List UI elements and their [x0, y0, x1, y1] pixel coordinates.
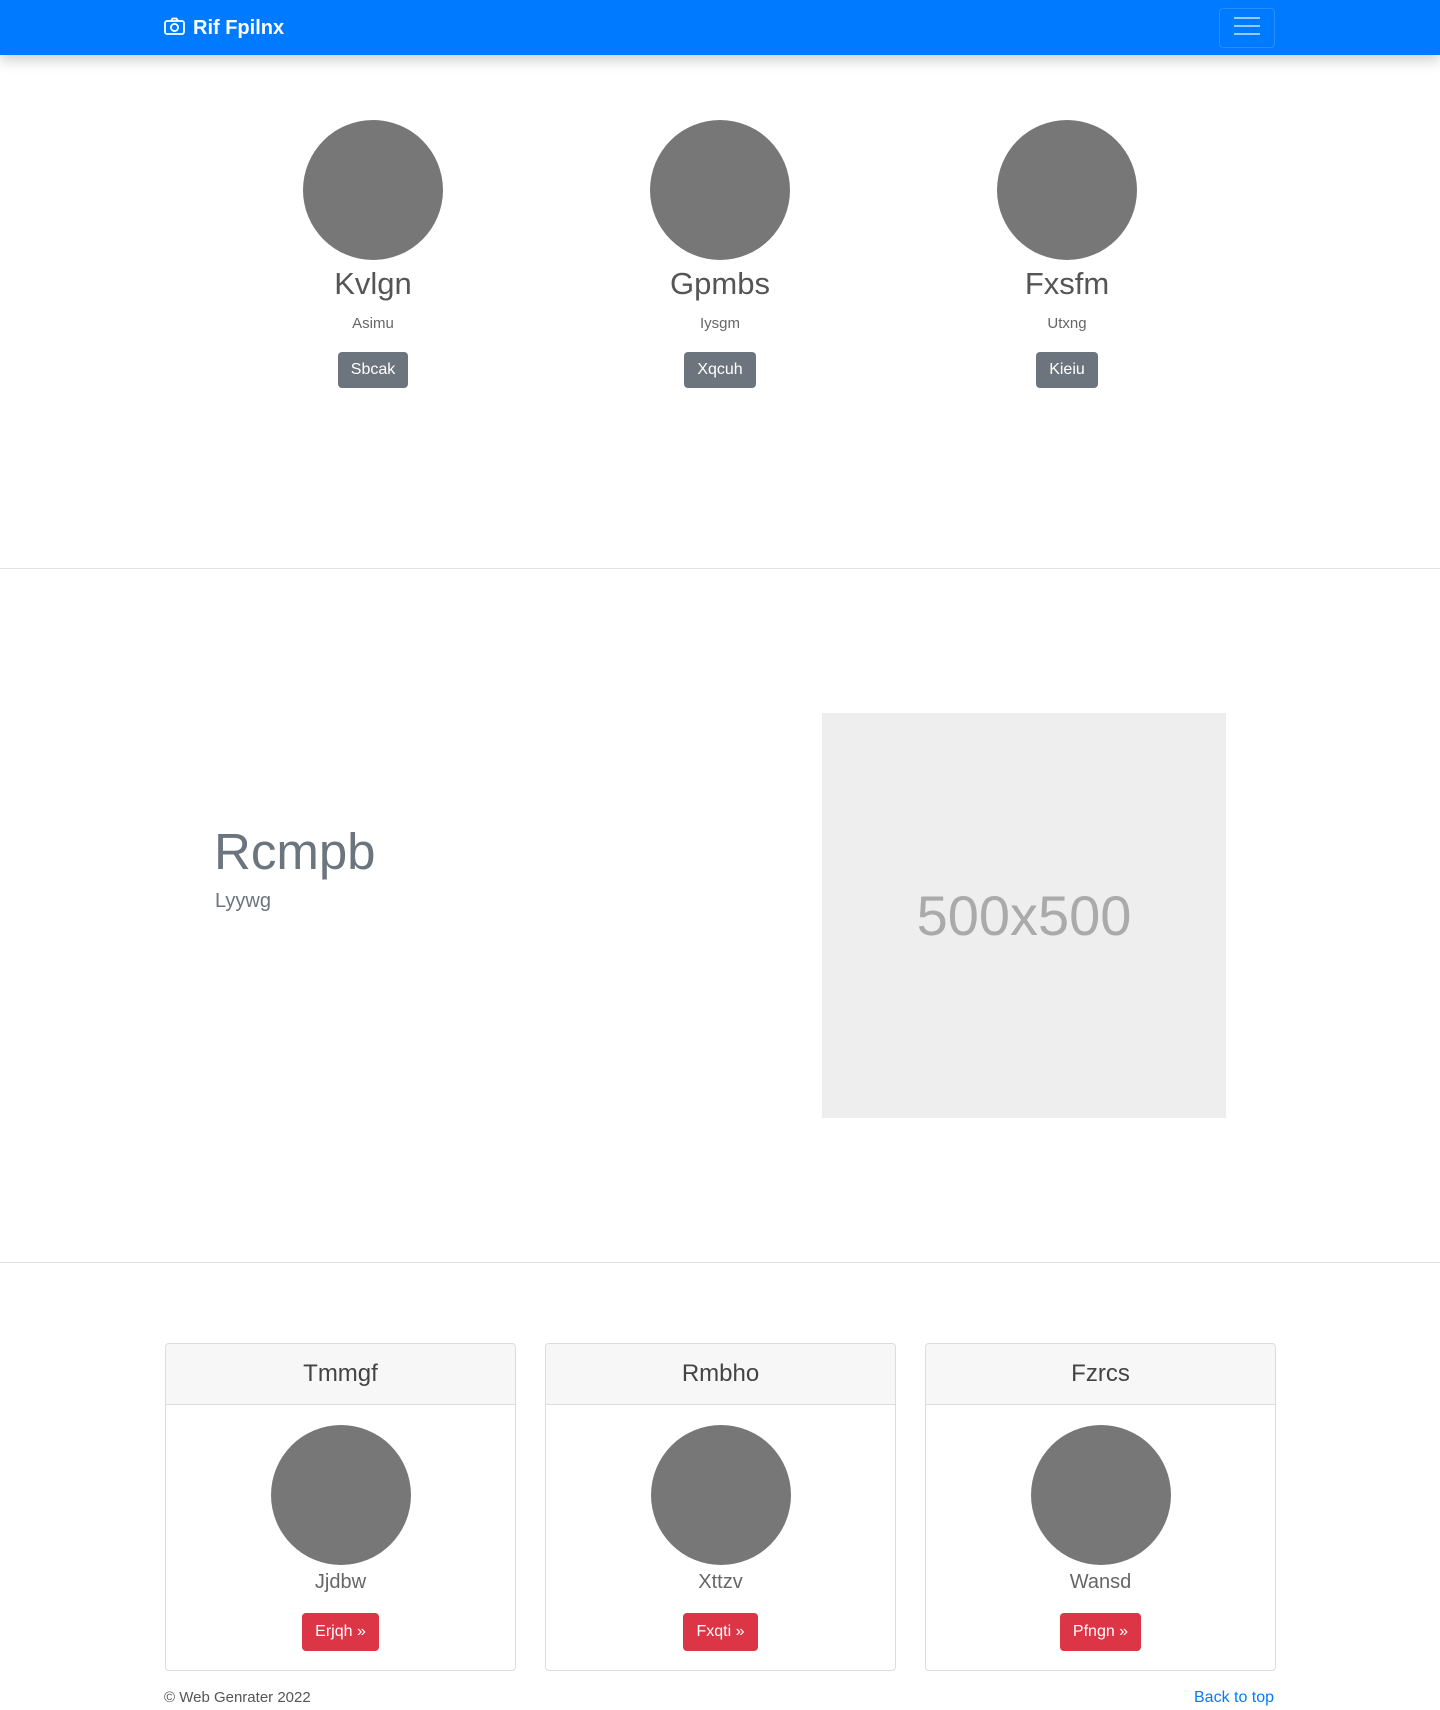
avatar	[270, 1425, 411, 1565]
profile-card: Fxsfm Utxng Kieiu	[957, 120, 1177, 388]
card-caption: Wansd	[1069, 1571, 1132, 1593]
back-to-top-link[interactable]: Back to top	[1194, 1688, 1274, 1708]
profile-button[interactable]: Sbcak	[337, 352, 409, 388]
navbar-toggle-button[interactable]	[1219, 8, 1275, 48]
card-body: Xttzv Fxqti »	[546, 1405, 895, 1651]
card-header: Fzrcs	[926, 1344, 1275, 1405]
brand-name: Rif Fpilnx	[193, 17, 285, 39]
card-body: Wansd Pfngn »	[926, 1405, 1275, 1651]
profile-button[interactable]: Xqcuh	[684, 352, 756, 388]
card-header: Rmbho	[546, 1344, 895, 1405]
section-divider	[0, 1262, 1440, 1263]
card-caption: Jjdbw	[314, 1571, 367, 1593]
feature-image-placeholder: 500x500	[822, 713, 1226, 1118]
card: Fzrcs Wansd Pfngn »	[925, 1343, 1276, 1671]
section-divider	[0, 568, 1440, 569]
avatar	[303, 120, 443, 260]
brand-link[interactable]: Rif Fpilnx	[164, 15, 284, 41]
camera-icon	[164, 17, 185, 40]
profile-subtitle: Asimu	[352, 315, 394, 332]
profile-subtitle: Iysgm	[699, 315, 740, 332]
card-caption: Xttzv	[698, 1571, 743, 1593]
profile-subtitle: Utxng	[1047, 315, 1087, 332]
image-size-label: 500x500	[916, 884, 1132, 947]
feature-heading: Rcmpb	[214, 823, 376, 880]
navbar: Rif Fpilnx	[0, 0, 1440, 55]
card: Rmbho Xttzv Fxqti »	[545, 1343, 896, 1671]
avatar	[997, 120, 1137, 260]
avatar	[1030, 1425, 1171, 1565]
profile-name: Fxsfm	[1024, 266, 1110, 301]
profile-name: Gpmbs	[670, 266, 770, 301]
card-button[interactable]: Pfngn »	[1059, 1613, 1142, 1651]
card-button[interactable]: Fxqti »	[683, 1613, 758, 1651]
profile-button[interactable]: Kieiu	[1036, 352, 1098, 388]
footer-copyright: © Web Genrater 2022	[164, 1689, 311, 1706]
card-header: Tmmgf	[166, 1344, 515, 1405]
feature-subheading: Lyywg	[215, 890, 271, 912]
profile-card: Kvlgn Asimu Sbcak	[263, 120, 483, 388]
profile-name: Kvlgn	[334, 266, 412, 301]
menu-icon	[1233, 15, 1261, 42]
card: Tmmgf Jjdbw Erjqh »	[165, 1343, 516, 1671]
card-button[interactable]: Erjqh »	[302, 1613, 379, 1651]
avatar	[650, 120, 790, 260]
avatar	[650, 1425, 791, 1565]
profile-card: Gpmbs Iysgm Xqcuh	[610, 120, 830, 388]
card-body: Jjdbw Erjqh »	[166, 1405, 515, 1651]
